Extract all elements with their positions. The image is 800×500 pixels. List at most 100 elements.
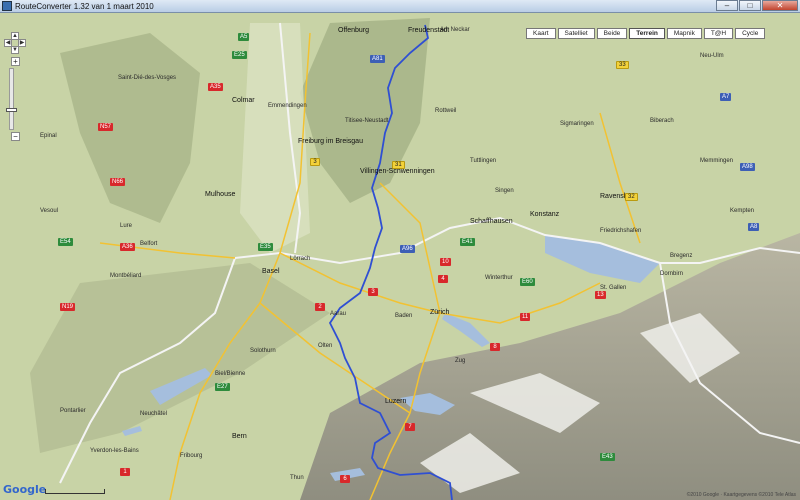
map-navigation: ▲ ◀ ▶ ▼ [4, 32, 26, 54]
road-shield: 32 [625, 193, 638, 201]
zoom-slider-handle[interactable] [6, 108, 17, 112]
road-shield: 7 [405, 423, 415, 431]
maximize-button[interactable]: □ [739, 0, 761, 11]
road-shield: N57 [98, 123, 114, 131]
place-label: Colmar [232, 97, 255, 104]
road-shield: E25 [232, 51, 247, 59]
place-label: Villingen-Schwenningen [360, 168, 435, 175]
map-type-satelliet-button[interactable]: Satelliet [557, 28, 595, 39]
place-label: Solothurn [250, 348, 276, 354]
place-label: Memmingen [700, 158, 734, 164]
map-type-mapnik-button[interactable]: Mapnik [666, 28, 702, 39]
place-label: Belfort [140, 241, 158, 247]
road-shield: 8 [490, 343, 500, 351]
road-shield: A81 [370, 55, 385, 63]
place-label: Pontarlier [60, 408, 86, 414]
road-shield: N19 [60, 303, 76, 311]
google-logo[interactable]: Google [3, 483, 46, 496]
place-label: Epinal [40, 133, 57, 139]
place-label: Vesoul [40, 208, 59, 214]
place-label: Titisee-Neustadt [345, 118, 389, 124]
road-shield: A5 [238, 33, 250, 41]
road-shield: 4 [438, 275, 448, 283]
road-shield: A7 [720, 93, 732, 101]
road-shield: 13 [595, 291, 606, 299]
place-label: Thun [290, 475, 304, 481]
close-button[interactable]: ✕ [762, 0, 798, 11]
pan-control: ▲ ◀ ▶ ▼ [4, 32, 26, 54]
place-label: Sigmaringen [560, 121, 594, 127]
road-shield: 31 [392, 161, 405, 169]
map-type-cycle-button[interactable]: Cycle [735, 28, 766, 39]
road-shield: 3 [310, 158, 320, 166]
road-shield: A96 [400, 245, 415, 253]
place-label: Zug [455, 358, 466, 364]
place-label: Dornbirn [660, 271, 684, 277]
place-label: Olten [318, 343, 333, 349]
place-label: Luzern [385, 398, 407, 405]
road-shield: 33 [616, 61, 629, 69]
app-icon [2, 1, 12, 11]
road-shield: 2 [315, 303, 325, 311]
place-label: Fribourg [180, 453, 203, 459]
road-shield: 1 [120, 468, 130, 476]
map-type-kaart-button[interactable]: Kaart [526, 28, 556, 39]
place-label: Emmendingen [268, 103, 307, 109]
road-shield: E43 [600, 453, 615, 461]
logo-text: Google [3, 483, 47, 496]
road-shield: E60 [520, 278, 535, 286]
road-shield: E54 [58, 238, 73, 246]
map-type-t-h-button[interactable]: T@H [703, 28, 734, 39]
road-shield: E27 [215, 383, 230, 391]
title-bar: RouteConverter 1.32 van 1 maart 2010 – □… [0, 0, 800, 13]
place-label: Lure [120, 223, 133, 229]
road-shield: 10 [440, 258, 451, 266]
place-label: Kempten [730, 208, 755, 214]
pan-down-icon[interactable]: ▼ [11, 46, 19, 54]
place-label: Aarau [330, 311, 347, 317]
road-shield: E35 [258, 243, 273, 251]
road-shield: 11 [520, 313, 531, 321]
map-copyright: ©2010 Google · Kaartgegevens ©2010 Tele … [686, 492, 796, 498]
place-label: Neu-Ulm [700, 53, 724, 59]
minimize-button[interactable]: – [716, 0, 738, 11]
scale-bar [45, 489, 105, 494]
place-label: Zürich [430, 309, 450, 316]
window-title: RouteConverter 1.32 van 1 maart 2010 [15, 2, 154, 11]
road-shield: A35 [208, 83, 223, 91]
place-label: Mulhouse [205, 191, 236, 198]
place-label: Schaffhausen [470, 218, 513, 225]
place-label: Rottweil [435, 108, 457, 114]
road-shield: A36 [120, 243, 135, 251]
road-shield: N66 [110, 178, 126, 186]
place-label: Basel [262, 268, 280, 275]
application-window: RouteConverter 1.32 van 1 maart 2010 – □… [0, 0, 800, 500]
place-label: Singen [495, 188, 514, 194]
place-label: Lörrach [290, 256, 311, 262]
window-controls: – □ ✕ [715, 0, 798, 12]
zoom-slider[interactable] [9, 68, 14, 130]
place-label: Yverdon-les-Bains [90, 448, 139, 454]
place-label: Offenburg [338, 27, 370, 34]
place-label: Bern [232, 433, 247, 440]
place-label: Saint-Dié-des-Vosges [118, 75, 177, 81]
map-type-beide-button[interactable]: Beide [596, 28, 628, 39]
road-shield: E41 [460, 238, 475, 246]
road-shield: A8 [748, 223, 760, 231]
place-label: Bregenz [670, 253, 693, 259]
map-view[interactable]: Offenburg Freudenstadt Am Neckar Saint-Dié-… [0, 13, 800, 500]
place-label: Konstanz [530, 211, 560, 218]
place-label: Biberach [650, 118, 674, 124]
place-label: Montbéliard [110, 273, 142, 279]
pan-right-icon[interactable]: ▶ [18, 39, 26, 47]
zoom-in-button[interactable]: + [11, 57, 20, 66]
place-label: Winterthur [485, 275, 513, 281]
road-shield: 6 [340, 475, 350, 483]
map-type-terrein-button[interactable]: Terrein [629, 28, 665, 39]
place-label: Biel/Bienne [215, 371, 246, 377]
place-label: Freiburg im Breisgau [298, 138, 363, 145]
place-label: Am Neckar [440, 27, 470, 33]
zoom-out-button[interactable]: − [11, 132, 20, 141]
map-type-selector: Kaart Satelliet Beide Terrein Mapnik T@H Cycle [526, 28, 767, 39]
place-label: Friedrichshafen [600, 228, 642, 234]
